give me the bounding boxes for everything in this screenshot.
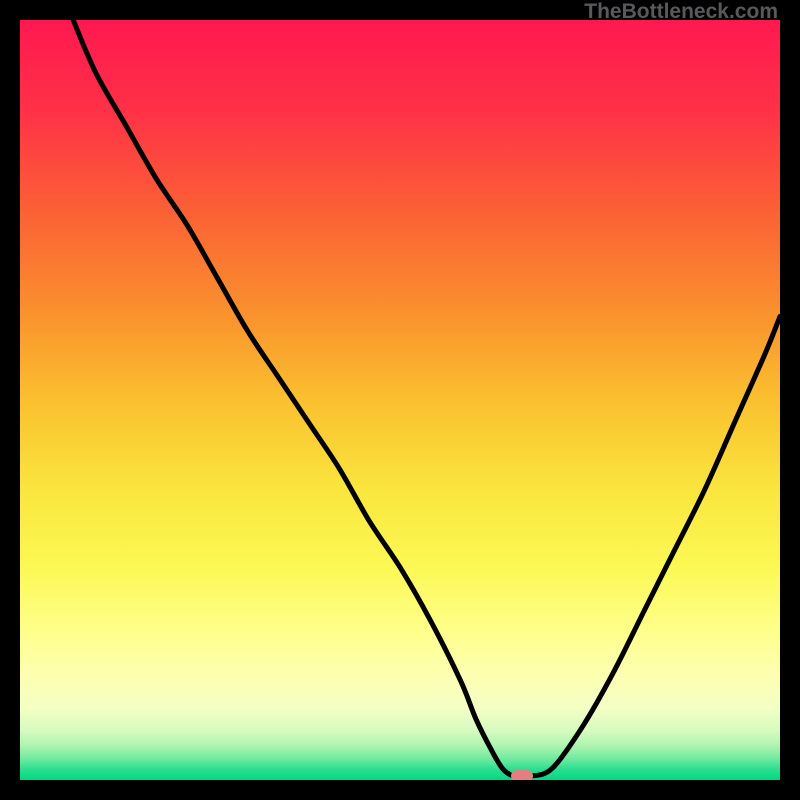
plot-area <box>20 20 780 780</box>
watermark-label: TheBottleneck.com <box>584 0 778 24</box>
bottleneck-curve <box>20 20 780 780</box>
optimal-marker <box>511 770 533 780</box>
chart-container: TheBottleneck.com <box>0 0 800 800</box>
